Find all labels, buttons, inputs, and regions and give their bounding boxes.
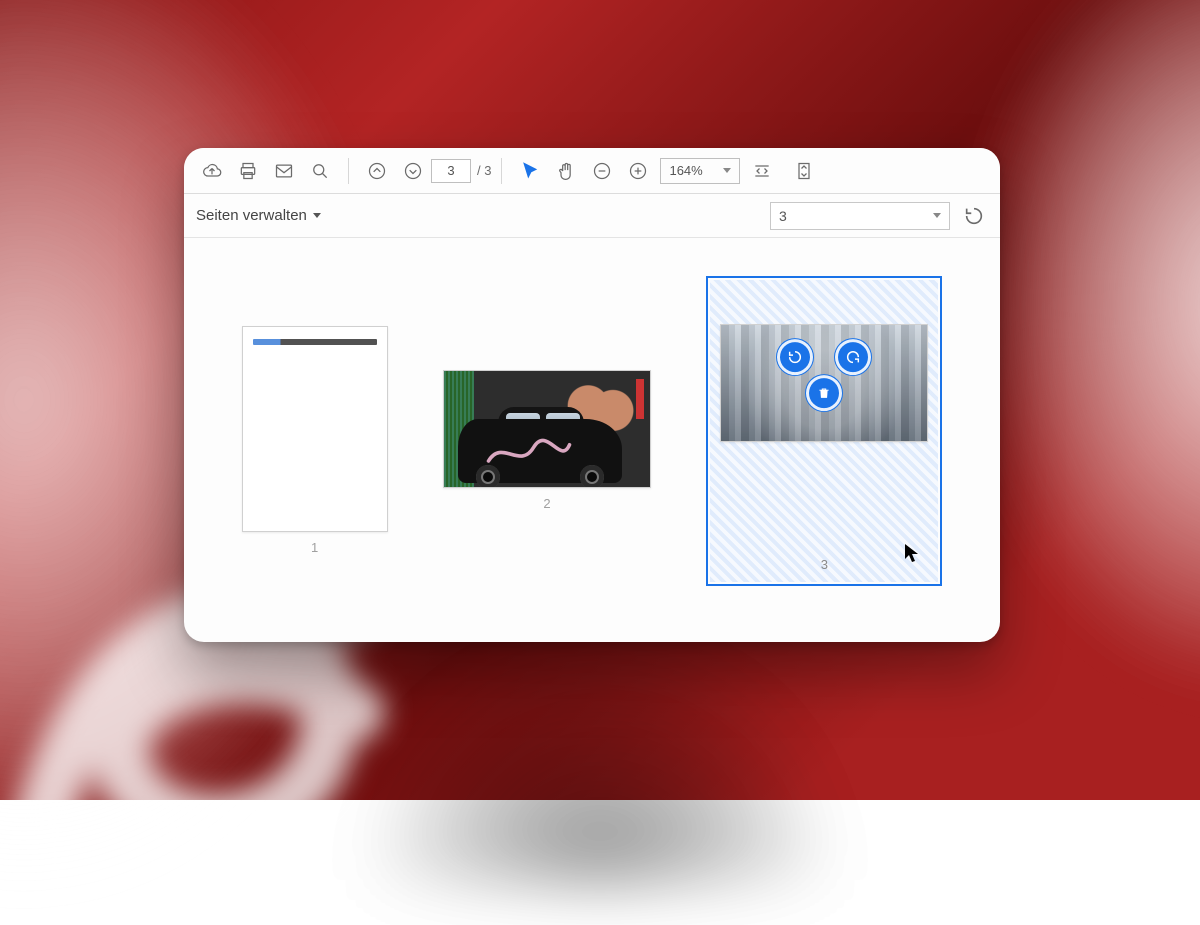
toolbar-separator [501, 158, 502, 184]
thumbnail-label: 2 [543, 496, 550, 511]
thumbnail-controls [780, 342, 868, 408]
manage-pages-label: Seiten verwalten [196, 207, 307, 224]
main-toolbar: 3 / 3 164% [184, 148, 1000, 194]
thumbnails-area: 1 2 [184, 238, 1000, 642]
cloud-upload-button[interactable] [194, 153, 230, 189]
chevron-down-icon [313, 213, 321, 218]
undo-history-button[interactable] [960, 202, 988, 230]
cursor-icon [904, 543, 920, 568]
thumbnail-content [253, 339, 377, 345]
thumbnail-content [458, 419, 622, 483]
select-tool-button[interactable] [512, 153, 548, 189]
chevron-down-icon [723, 168, 731, 173]
fit-page-button[interactable] [786, 153, 822, 189]
zoom-out-button[interactable] [584, 153, 620, 189]
current-page-input[interactable]: 3 [431, 159, 471, 183]
thumbnail-label: 3 [821, 557, 828, 572]
page-thumbnail-2[interactable] [443, 370, 651, 488]
delete-page-button[interactable] [809, 378, 839, 408]
page-thumbnail-3[interactable] [720, 324, 928, 442]
manage-pages-dropdown[interactable]: Seiten verwalten [196, 207, 321, 224]
page-select[interactable]: 3 [770, 202, 950, 230]
app-window: 3 / 3 164% Seiten verwalten 3 [184, 148, 1000, 642]
page-total-label: / 3 [477, 163, 491, 178]
toolbar-separator [348, 158, 349, 184]
page-down-button[interactable] [395, 153, 431, 189]
rotate-left-button[interactable] [780, 342, 810, 372]
hand-tool-button[interactable] [548, 153, 584, 189]
page-select-value: 3 [779, 208, 787, 224]
page-thumbnail-1[interactable] [242, 326, 388, 532]
search-button[interactable] [302, 153, 338, 189]
chevron-down-icon [933, 213, 941, 218]
fit-width-button[interactable] [744, 153, 780, 189]
page-thumbnail-3-selected[interactable]: 3 [706, 276, 942, 586]
page-up-button[interactable] [359, 153, 395, 189]
print-button[interactable] [230, 153, 266, 189]
zoom-select[interactable]: 164% [660, 158, 740, 184]
thumbnail-label: 1 [311, 540, 318, 555]
manage-pages-bar: Seiten verwalten 3 [184, 194, 1000, 238]
zoom-in-button[interactable] [620, 153, 656, 189]
email-button[interactable] [266, 153, 302, 189]
rotate-right-button[interactable] [838, 342, 868, 372]
zoom-value: 164% [669, 163, 702, 178]
